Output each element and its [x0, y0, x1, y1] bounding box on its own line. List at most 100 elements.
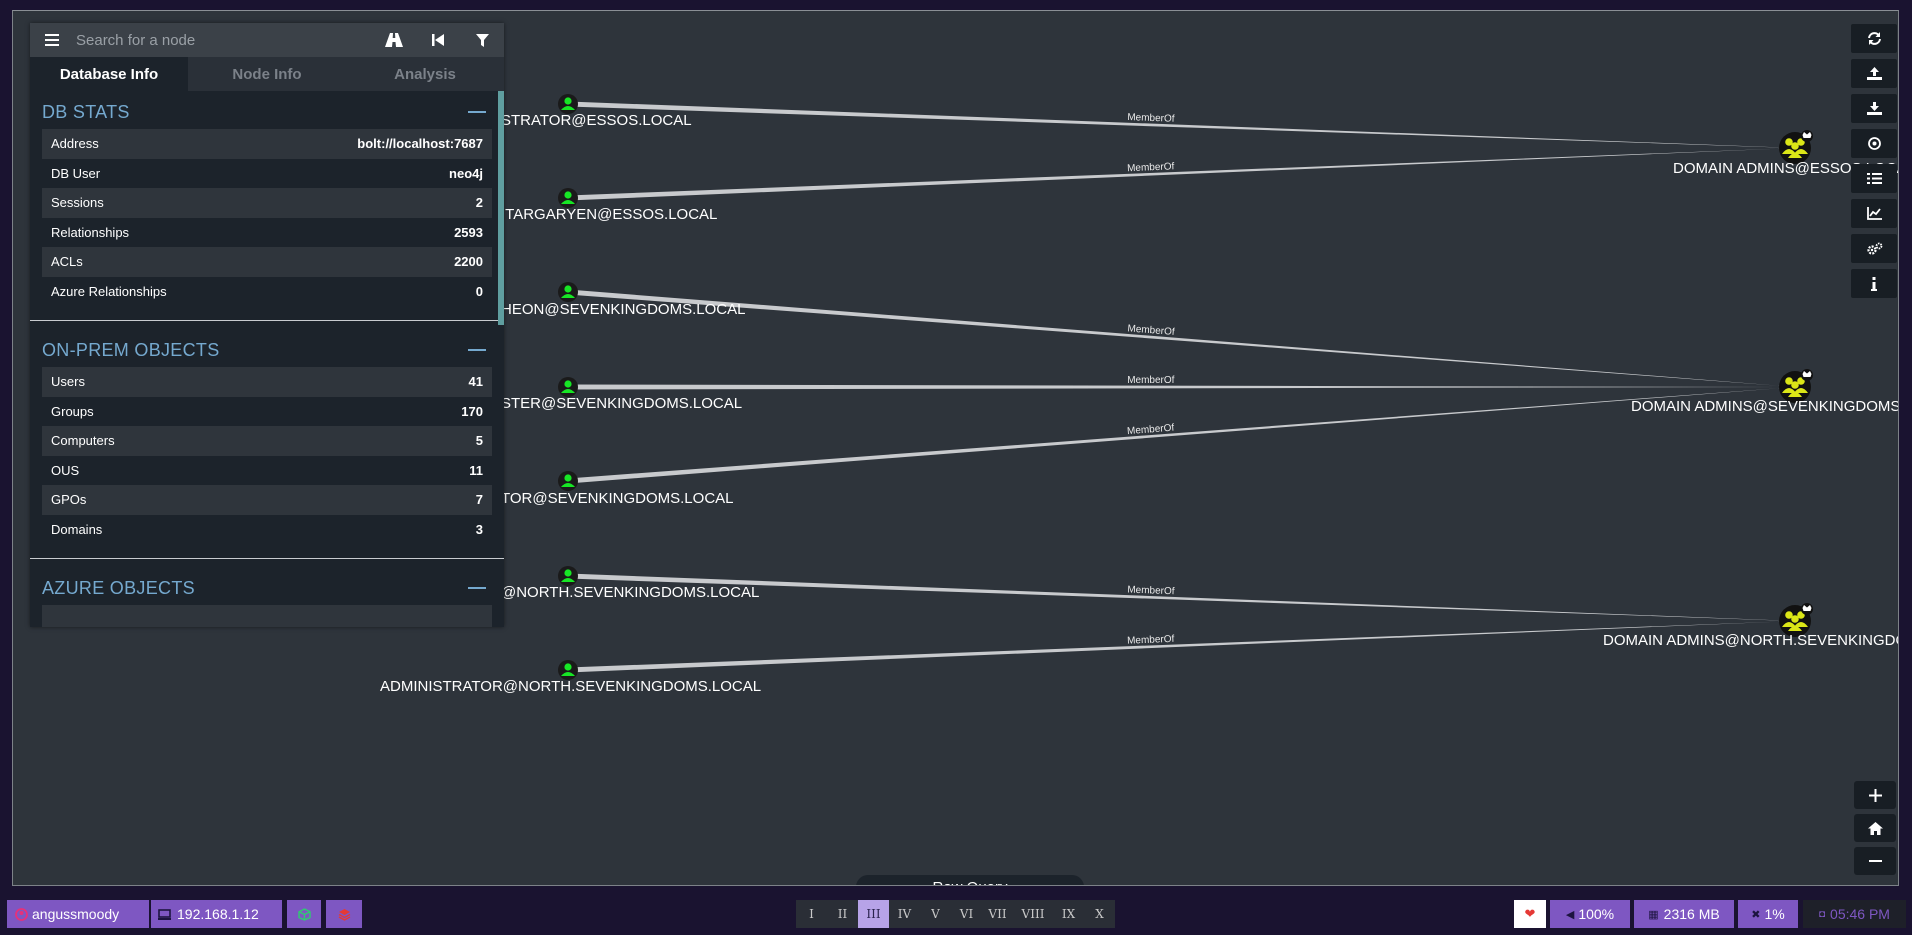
edge-label: MemberOf: [1127, 585, 1175, 598]
view-button[interactable]: [1851, 129, 1897, 158]
memory-widget[interactable]: ▦ 2316 MB: [1634, 900, 1734, 928]
left-panel: Database Info Node Info Analysis DB STAT…: [30, 23, 504, 627]
workspace-5[interactable]: V: [920, 900, 951, 928]
filter-button[interactable]: [460, 23, 504, 57]
search-input[interactable]: [74, 25, 372, 55]
chart-button[interactable]: [1851, 199, 1897, 228]
cpu-label: 1%: [1764, 906, 1785, 922]
user-node-label: HEON@SEVENKINGDOMS.LOCAL: [501, 301, 745, 318]
info-button[interactable]: [1851, 269, 1897, 298]
edge-memberof[interactable]: [567, 148, 1795, 201]
workspace-3[interactable]: III: [858, 900, 889, 928]
cube-widget[interactable]: [287, 900, 321, 928]
edge-label: MemberOf: [1127, 375, 1174, 386]
pathfinding-button[interactable]: [372, 23, 416, 57]
panel-tabs: Database Info Node Info Analysis: [30, 57, 504, 91]
import-button[interactable]: [1851, 94, 1897, 123]
cpu-icon: ✖: [1751, 908, 1761, 921]
settings-button[interactable]: [1851, 234, 1897, 263]
refresh-icon: [1867, 32, 1881, 45]
stat-row-ous: OUS 11: [42, 456, 492, 486]
stack-icon: [338, 908, 350, 921]
tab-node-info[interactable]: Node Info: [188, 57, 346, 91]
group-node[interactable]: [1779, 130, 1813, 164]
user-circle-icon: [15, 907, 28, 921]
user-node[interactable]: [558, 282, 578, 302]
settings-icon: [1866, 242, 1882, 255]
workspace-7[interactable]: VII: [982, 900, 1013, 928]
heart-widget[interactable]: ❤: [1514, 900, 1546, 928]
db-stats-collapse-button[interactable]: [468, 111, 486, 113]
workspace-9[interactable]: IX: [1053, 900, 1084, 928]
stat-label: Sessions: [51, 195, 104, 211]
user-node-label: @NORTH.SEVENKINGDOMS.LOCAL: [501, 584, 759, 601]
db-stats-header: DB STATS: [30, 95, 504, 129]
edge-memberof[interactable]: [567, 387, 1795, 484]
user-node[interactable]: [558, 566, 578, 586]
stat-value: 2: [475, 195, 483, 211]
stat-label: Users: [51, 374, 85, 390]
db-stats-title: DB STATS: [42, 101, 130, 122]
volume-widget[interactable]: ◀ 100%: [1550, 900, 1630, 928]
stat-value: 2200: [454, 254, 483, 270]
stat-label: Groups: [51, 403, 94, 419]
onprem-collapse-button[interactable]: [468, 349, 486, 351]
zoom-in-button[interactable]: [1854, 781, 1896, 809]
query-list-button[interactable]: [1851, 164, 1897, 193]
memory-icon: ▦: [1648, 908, 1659, 921]
reset-view-button[interactable]: [1854, 814, 1896, 842]
user-node-label: .TARGARYEN@ESSOS.LOCAL: [501, 206, 717, 223]
username-label: angussmoody: [32, 906, 120, 922]
tab-analysis[interactable]: Analysis: [346, 57, 504, 91]
export-button[interactable]: [1851, 59, 1897, 88]
stat-label: OUS: [51, 462, 80, 478]
user-node[interactable]: [558, 660, 578, 680]
workspace-10[interactable]: X: [1084, 900, 1115, 928]
cpu-widget[interactable]: ✖ 1%: [1738, 900, 1798, 928]
azure-collapse-button[interactable]: [468, 587, 486, 589]
stat-row-address: Address bolt://localhost:7687: [42, 129, 492, 159]
tab-database-info[interactable]: Database Info: [30, 57, 188, 91]
stat-row-db-user: DB User neo4j: [42, 159, 492, 189]
edge-memberof[interactable]: [567, 101, 1795, 148]
user-node[interactable]: [558, 377, 578, 397]
workspace-switcher: I II III IV V VI VII VIII IX X: [796, 900, 1115, 928]
stat-label: DB User: [51, 165, 101, 181]
workspace-8[interactable]: VIII: [1013, 900, 1053, 928]
ip-address-label: 192.168.1.12: [177, 906, 259, 922]
azure-header: AZURE OBJECTS: [30, 571, 504, 605]
stat-label: Azure Relationships: [51, 283, 167, 299]
zoom-out-button[interactable]: [1854, 847, 1896, 875]
database-info-content[interactable]: DB STATS Address bolt://localhost:7687 DB…: [30, 91, 504, 627]
workspace-1[interactable]: I: [796, 900, 827, 928]
user-node[interactable]: [558, 188, 578, 208]
info-icon: [1871, 276, 1877, 291]
stat-value: 170: [461, 403, 483, 419]
list-icon: [1866, 173, 1882, 184]
workspace-4[interactable]: IV: [889, 900, 920, 928]
raw-query-toggle[interactable]: Raw Query: [856, 875, 1084, 885]
clock-widget[interactable]: ◘ 05:46 PM: [1803, 900, 1906, 928]
minus-icon: [1868, 860, 1882, 862]
user-node[interactable]: [558, 471, 578, 491]
layers-widget[interactable]: [326, 900, 362, 928]
workspace-6[interactable]: VI: [951, 900, 982, 928]
download-icon: [1866, 102, 1882, 115]
edge-memberof[interactable]: [567, 289, 1795, 387]
search-bar: [30, 23, 504, 57]
ip-widget[interactable]: 192.168.1.12: [151, 900, 282, 928]
bloodhound-window: MemberOf MemberOf MemberOf MemberOf MemberOf…: [12, 10, 1899, 886]
back-button[interactable]: [416, 23, 460, 57]
edge-memberof[interactable]: [568, 384, 1795, 390]
workspace-2[interactable]: II: [827, 900, 858, 928]
menu-button[interactable]: [30, 23, 74, 57]
scrollbar-thumb[interactable]: [498, 91, 504, 325]
user-widget[interactable]: angussmoody: [7, 900, 149, 928]
stat-value: 5: [475, 433, 483, 449]
refresh-button[interactable]: [1851, 24, 1897, 53]
stat-value: 41: [468, 374, 483, 390]
user-node[interactable]: [558, 94, 578, 114]
stat-value: neo4j: [449, 165, 483, 181]
stat-value: 7: [475, 492, 483, 508]
stat-label: Address: [51, 136, 99, 152]
